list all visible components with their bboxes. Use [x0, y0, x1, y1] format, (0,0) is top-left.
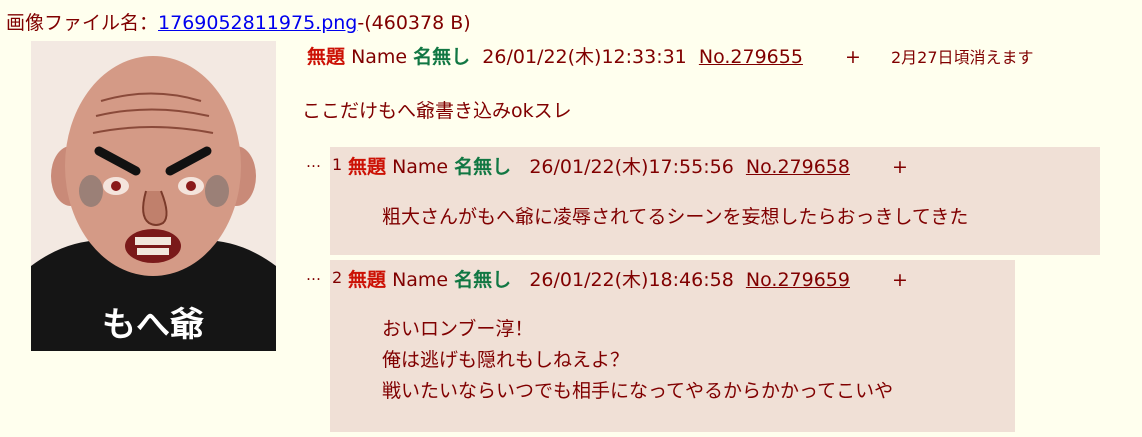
reply-2-index: 2 [332, 268, 343, 287]
reply-1-line: 粗大さんがもへ爺に凌辱されてるシーンを妄想したらおっきしてきた [382, 206, 969, 228]
reply-1-number-link[interactable]: No.279658 [746, 156, 850, 178]
op-body: ここだけもへ爺書き込みokスレ [302, 100, 572, 122]
reply-2-number-link[interactable]: No.279659 [746, 269, 850, 291]
reply-2-datetime: 26/01/22(木)18:46:58 [529, 269, 734, 291]
reply-2-line-3: 戦いたいならいつでも相手になってやるからかかってこいや [382, 380, 894, 402]
op-number-link[interactable]: No.279655 [699, 46, 803, 68]
reply-1-body: 粗大さんがもへ爺に凌辱されてるシーンを妄想したらおっきしてきた [382, 202, 968, 233]
op-name-label: Name [351, 46, 408, 68]
thumbnail-illustration: もへ爺 [31, 41, 276, 351]
op-subject: 無題 [307, 46, 346, 68]
reply-1: 1 無題 Name 名無し 26/01/22(木)17:55:56 No.279… [330, 147, 1100, 255]
op-expire: 2月27日頃消えます [890, 48, 1034, 67]
reply-1-name: 名無し [454, 156, 512, 178]
op-datetime: 26/01/22(木)12:33:31 [482, 46, 687, 68]
thumbnail-image[interactable]: もへ爺 [31, 41, 276, 351]
reply-1-header: 無題 Name 名無し 26/01/22(木)17:55:56 No.27965… [348, 152, 908, 179]
file-size: -(460378 B) [357, 12, 471, 34]
op-name: 名無し [413, 46, 471, 68]
op-plus-button[interactable]: + [845, 46, 861, 68]
reply-2-plus-button[interactable]: + [892, 269, 908, 291]
reply-2-line-1: おいロンブー淳！ [382, 318, 534, 340]
reply-1-name-label: Name [392, 156, 449, 178]
reply-2-name-label: Name [392, 269, 449, 291]
op-post-header: 無題 Name 名無し 26/01/22(木)12:33:31 No.27965… [307, 42, 1034, 69]
reply-1-subject: 無題 [348, 156, 387, 178]
reply-2-name: 名無し [454, 269, 512, 291]
thumbnail-caption: もへ爺 [102, 305, 204, 345]
reply-1-datetime: 26/01/22(木)17:55:56 [529, 156, 734, 178]
file-info: 画像ファイル名：1769052811975.png-(460378 B) [6, 8, 471, 35]
file-link[interactable]: 1769052811975.png [158, 12, 357, 34]
reply-1-plus-button[interactable]: + [892, 156, 908, 178]
reply-2-line-2: 俺は逃げも隠れもしねえよ？ [382, 349, 630, 371]
reply-2-header: 無題 Name 名無し 26/01/22(木)18:46:58 No.27965… [348, 265, 908, 292]
file-label: 画像ファイル名： [6, 12, 159, 34]
reply-2-body: おいロンブー淳！ 俺は逃げも隠れもしねえよ？ 戦いたいならいつでも相手になってや… [382, 314, 893, 407]
reply-1-index: 1 [332, 155, 343, 174]
reply-2-subject: 無題 [348, 269, 387, 291]
reply-2: 2 無題 Name 名無し 26/01/22(木)18:46:58 No.279… [330, 260, 1015, 432]
reply-1-dots: … [306, 153, 321, 171]
reply-2-dots: … [306, 266, 321, 284]
